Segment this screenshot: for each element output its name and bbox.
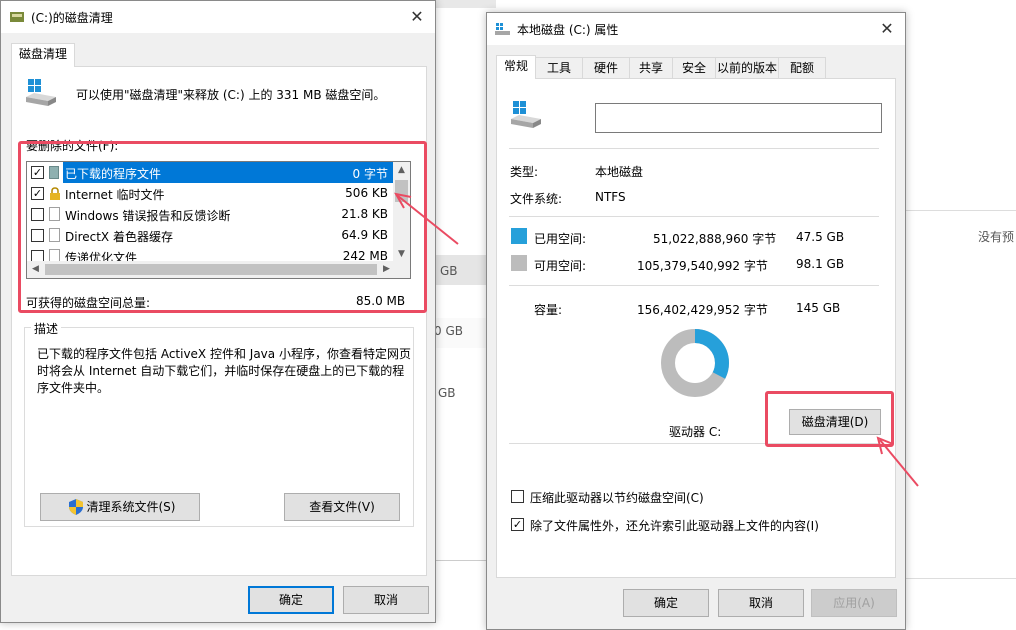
tab-disk-cleanup[interactable]: 磁盘清理 xyxy=(11,43,75,67)
arrow-to-cleanup-button xyxy=(876,436,919,487)
annotation-arrows xyxy=(394,192,919,487)
arrow-to-scrollbar xyxy=(394,192,459,245)
tab-0[interactable]: 常规 xyxy=(496,55,536,79)
